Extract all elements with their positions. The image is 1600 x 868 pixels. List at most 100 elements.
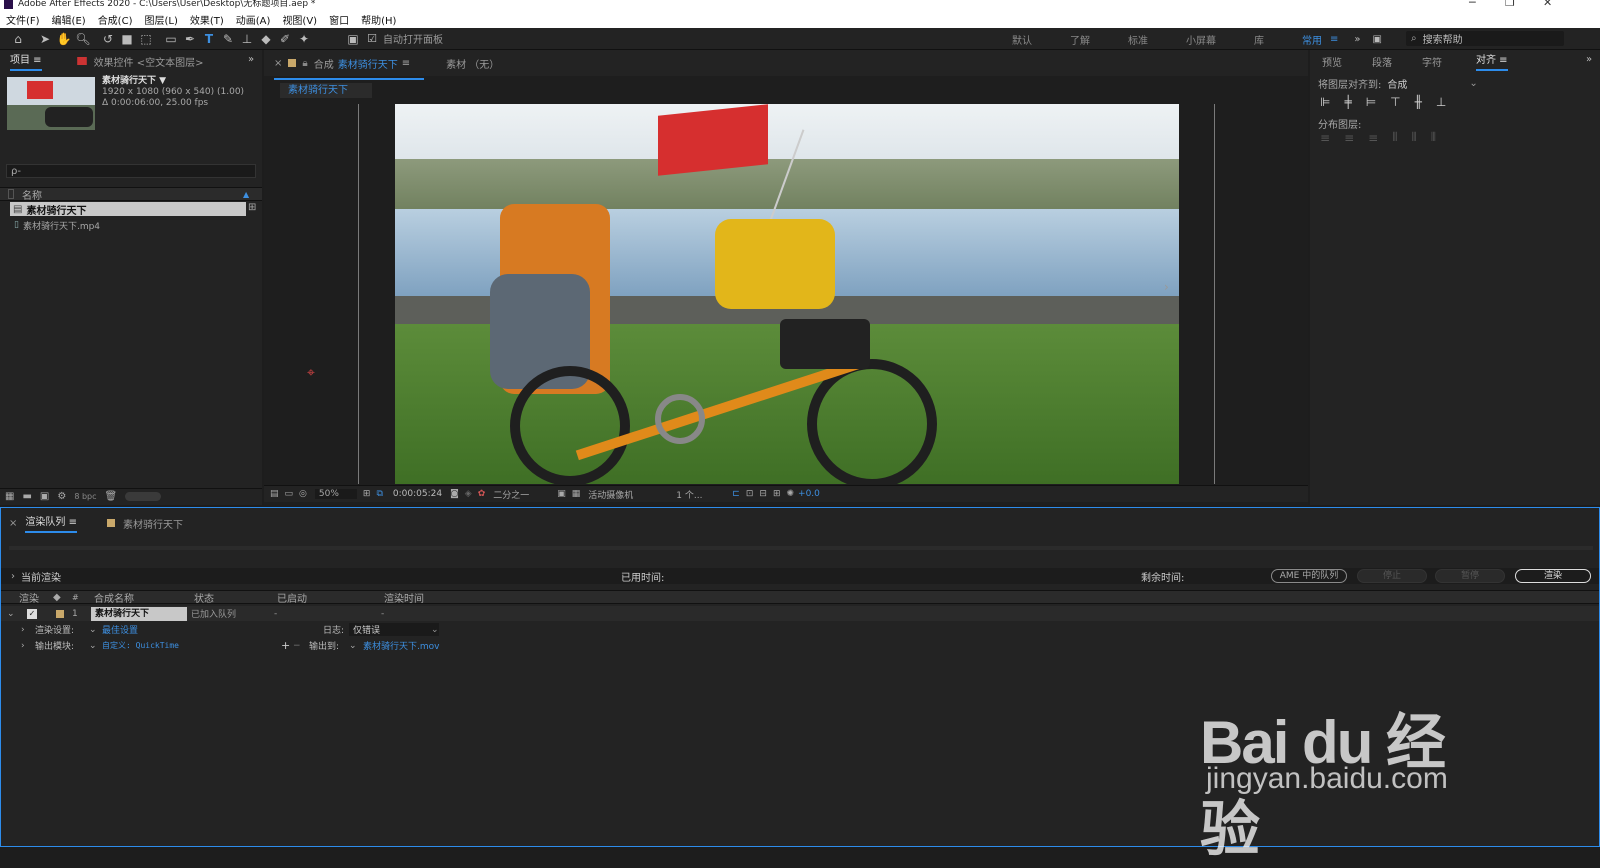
toggle-pixel-aspect-icon[interactable]: ⊏ [732,489,740,499]
mr-preview-icon[interactable]: ▭ [285,489,294,499]
ame-queue-button[interactable]: AME 中的队列 [1271,569,1347,583]
menu-composition[interactable]: 合成(C) [98,12,133,27]
project-search-input[interactable]: ρ- [6,164,256,178]
project-list-item-comp[interactable]: ▤ 素材骑行天下 [10,202,246,217]
viewer-next-icon[interactable]: › [1164,280,1169,294]
right-panel-expand-icon[interactable]: » [1586,54,1592,65]
menu-effect[interactable]: 效果(T) [190,12,224,27]
output-to-value[interactable]: 素材骑行天下.mov [363,639,439,652]
lock-icon[interactable]: 🔒︎ [302,58,307,69]
menu-file[interactable]: 文件(F) [6,12,40,27]
type-tool-icon[interactable]: T [201,31,217,47]
tab-render-queue[interactable]: 渲染队列 ≡ [25,513,77,533]
workspace-libraries[interactable]: 库 [1254,32,1264,47]
workspace-small-screen[interactable]: 小屏幕 [1186,32,1216,47]
workspace-common[interactable]: 常用 [1302,32,1322,47]
render-button[interactable]: 渲染 [1515,569,1591,583]
align-right-icon[interactable]: ⊨ [1366,95,1376,109]
pan-behind-tool-icon[interactable]: ⬚ [138,31,154,47]
distribute-hcenter-icon[interactable]: ⦀ [1411,130,1416,145]
column-render-time[interactable]: 渲染时间 [384,590,424,605]
current-time[interactable]: 0:00:05:24 [393,489,442,499]
workspace-default[interactable]: 默认 [1012,32,1032,47]
align-left-icon[interactable]: ⊫ [1320,95,1330,109]
rectangle-tool-icon[interactable]: ▭ [163,31,179,47]
render-checkbox[interactable]: ✓ [27,608,37,619]
align-bottom-icon[interactable]: ⊥ [1436,95,1446,109]
align-horizontal-center-icon[interactable]: ╪ [1344,95,1351,109]
tab-align[interactable]: 对齐 ≡ [1476,51,1508,71]
auto-open-checkbox[interactable]: ☑ [364,31,380,47]
snapshot-icon[interactable]: ◙ [450,489,459,499]
render-queue-row[interactable]: ⌄ ✓ 1 素材骑行天下 已加入队列 - - [1,606,1599,621]
tab-preview[interactable]: 预览 [1322,54,1342,69]
row-label-color-icon[interactable] [56,609,64,618]
distribute-bottom-icon[interactable]: ≡ [1368,131,1378,145]
log-dropdown[interactable]: 仅错误 [349,623,439,636]
project-list-item-file[interactable]: ▯ 素材骑行天下.mp4 [10,218,246,232]
bit-depth-label[interactable]: 8 bpc [74,492,96,501]
tab-project[interactable]: 项目 ≡ [10,51,42,71]
comp-tab-name[interactable]: 素材骑行天下 [338,56,398,71]
new-composition-icon[interactable]: ▣ [40,491,49,502]
comp-navigator-tab[interactable]: 素材骑行天下 [280,83,372,98]
column-comp-name[interactable]: 合成名称 [94,590,134,605]
panel-expand-icon[interactable]: » [248,54,254,65]
render-settings-value[interactable]: 最佳设置 [102,623,138,636]
timeline-icon[interactable]: ⊟ [759,489,767,499]
distribute-left-icon[interactable]: ⦀ [1392,130,1397,145]
column-status[interactable]: 状态 [194,590,214,605]
expand-current-render-icon[interactable]: › [11,571,15,582]
output-to-chevron-icon[interactable]: ⌄ [349,641,357,651]
eraser-tool-icon[interactable]: ◆ [258,31,274,47]
align-top-icon[interactable]: ⊤ [1390,95,1400,109]
region-of-interest-icon[interactable]: ▣ [557,489,566,499]
workspace-menu-icon[interactable]: ≡ [1330,34,1338,45]
brush-tool-icon[interactable]: ✎ [220,31,236,47]
show-snapshot-icon[interactable]: ◈ [465,489,472,499]
menu-layer[interactable]: 图层(L) [144,12,177,27]
expand-output-module-icon[interactable]: › [21,641,25,651]
pause-button[interactable]: 暂停 [1435,569,1505,583]
remove-output-module-icon[interactable]: − [293,641,301,651]
workspace-learn[interactable]: 了解 [1070,32,1090,47]
clone-stamp-tool-icon[interactable]: ⊥ [239,31,255,47]
restore-icon[interactable]: ❐ [1505,0,1515,8]
tab-character[interactable]: 字符 [1422,54,1442,69]
delete-icon[interactable]: 🗑︎ [105,491,118,502]
roto-brush-tool-icon[interactable]: ✐ [277,31,293,47]
mask-visibility-icon[interactable]: ⧉ [376,489,382,499]
zoom-tool-icon[interactable]: 🔍︎ [75,31,91,47]
close-render-tab-icon[interactable]: × [9,518,17,529]
more-workspaces-icon[interactable]: » [1354,34,1360,45]
distribute-top-icon[interactable]: ≡ [1320,131,1330,145]
menu-help[interactable]: 帮助(H) [361,12,396,27]
minimize-icon[interactable]: ─ [1469,0,1476,8]
composition-viewer[interactable] [395,104,1179,484]
align-to-dropdown[interactable]: 合成 [1387,76,1469,91]
home-icon[interactable]: ⌂ [10,31,26,47]
menu-animation[interactable]: 动画(A) [236,12,271,27]
output-module-chevron-icon[interactable]: ⌄ [89,641,97,651]
output-module-value[interactable]: 自定义: QuickTime [102,640,179,651]
close-icon[interactable]: ✕ [1543,0,1552,8]
comp-tab-menu-icon[interactable]: ≡ [402,58,410,69]
close-tab-icon[interactable]: × [274,58,282,69]
column-started[interactable]: 已启动 [277,590,307,605]
always-preview-icon[interactable]: ▤ [270,489,279,499]
color-channel-icon[interactable]: ✿ [478,489,486,499]
interpret-footage-icon[interactable]: ▦ [5,491,14,502]
new-folder-icon[interactable]: ▬ [22,491,31,502]
project-settings-icon[interactable]: ⚙ [57,491,66,502]
resolution-grid-icon[interactable]: ⊞ [363,489,371,499]
puppet-pin-tool-icon[interactable]: ✦ [296,31,312,47]
distribute-right-icon[interactable]: ⦀ [1431,130,1436,145]
views-dropdown[interactable]: 1 个... [676,488,728,501]
anchor-point-icon[interactable]: ⌖ [307,365,315,381]
help-search-input[interactable]: ⌕ 搜索帮助 [1406,31,1564,46]
fast-preview-icon[interactable]: ⊡ [746,489,754,499]
reset-exposure-icon[interactable]: ✺ [786,489,794,499]
menu-window[interactable]: 窗口 [329,12,349,27]
rotate-tool-icon[interactable]: ↺ [100,31,116,47]
sync-settings-icon[interactable]: ▣ [1373,34,1382,45]
